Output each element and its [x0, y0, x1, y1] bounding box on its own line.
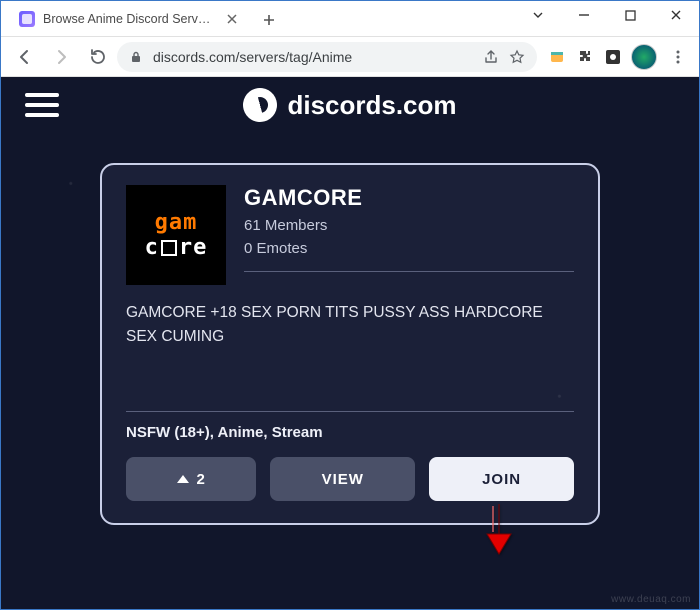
upvote-triangle-icon [177, 475, 189, 483]
card-actions: 2 VIEW JOIN [126, 457, 574, 501]
window-controls [515, 0, 699, 36]
server-emotes: 0 Emotes [244, 240, 574, 257]
page-content: discords.com gam cre GAMCORE 61 Members … [1, 77, 699, 609]
lock-icon [129, 50, 143, 64]
site-logo[interactable]: discords.com [243, 88, 456, 122]
server-thumbnail: gam cre [126, 185, 226, 285]
address-bar[interactable]: discords.com/servers/tag/Anime [117, 42, 537, 72]
extension-icon-2[interactable] [603, 47, 623, 67]
extension-icon-1[interactable] [547, 47, 567, 67]
watermark: www.deuaq.com [611, 594, 691, 605]
window-maximize-icon[interactable] [607, 0, 653, 30]
window-minimize-icon[interactable] [561, 0, 607, 30]
site-brand: discords.com [287, 90, 456, 121]
hamburger-menu[interactable] [25, 85, 65, 125]
extension-icons [541, 41, 691, 73]
titlebar: Browse Anime Discord Servers | D [1, 1, 699, 37]
server-card: gam cre GAMCORE 61 Members 0 Emotes GAMC… [100, 163, 600, 525]
join-button[interactable]: JOIN [429, 457, 574, 501]
window-caret-icon[interactable] [515, 0, 561, 30]
browser-toolbar: discords.com/servers/tag/Anime [1, 37, 699, 77]
server-members: 61 Members [244, 217, 574, 234]
star-icon[interactable] [509, 49, 525, 65]
extensions-puzzle-icon[interactable] [575, 47, 595, 67]
tab-favicon [19, 11, 35, 27]
tab-close-icon[interactable] [225, 12, 239, 26]
browser-tab[interactable]: Browse Anime Discord Servers | D [9, 2, 249, 36]
window-close-icon[interactable] [653, 0, 699, 30]
view-button[interactable]: VIEW [270, 457, 415, 501]
reload-button[interactable] [81, 41, 113, 73]
profile-avatar[interactable] [631, 44, 657, 70]
upvote-button[interactable]: 2 [126, 457, 256, 501]
forward-button[interactable] [45, 41, 77, 73]
server-tags: NSFW (18+), Anime, Stream [126, 411, 574, 441]
logo-mark-icon [240, 84, 282, 126]
menu-icon[interactable] [665, 41, 691, 73]
upvote-count: 2 [197, 471, 206, 488]
url-text: discords.com/servers/tag/Anime [153, 49, 473, 65]
tab-title: Browse Anime Discord Servers | D [43, 12, 217, 26]
site-header: discords.com [1, 77, 699, 133]
back-button[interactable] [9, 41, 41, 73]
new-tab-button[interactable] [255, 6, 283, 34]
server-description: GAMCORE +18 SEX PORN TITS PUSSY ASS HARD… [126, 301, 574, 411]
share-icon[interactable] [483, 49, 499, 65]
server-name: GAMCORE [244, 185, 574, 211]
